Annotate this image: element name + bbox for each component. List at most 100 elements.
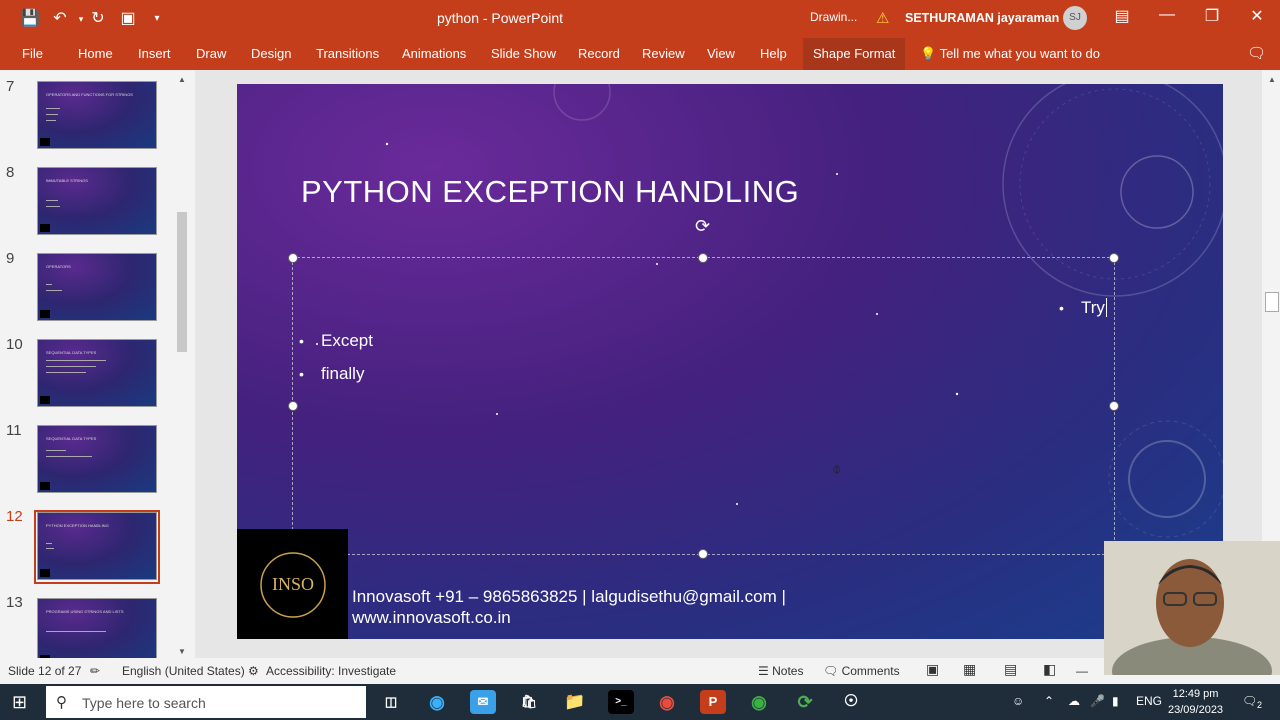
thumb-number: 10 bbox=[6, 336, 23, 353]
status-bar: Slide 12 of 27 ✏ English (United States)… bbox=[0, 658, 1280, 684]
tab-shape-format[interactable]: Shape Format bbox=[803, 38, 906, 70]
scroll-up-icon[interactable]: ▲ bbox=[1265, 74, 1279, 86]
sync-app-icon[interactable]: ⟳ bbox=[792, 690, 818, 714]
bullet-text: Try bbox=[1081, 298, 1105, 317]
resize-handle[interactable] bbox=[288, 401, 298, 411]
notifications-icon[interactable]: 🗨 bbox=[1242, 694, 1257, 708]
footer-contact: Innovasoft +91 – 9865863825 | lalgudiset… bbox=[352, 586, 832, 628]
title-bar: 💾 ↶ ▾ ↻ ▣ ▾ python - PowerPoint Drawin..… bbox=[0, 0, 1280, 38]
language-status[interactable]: English (United States) bbox=[122, 664, 245, 678]
task-view-icon[interactable]: ◫ bbox=[378, 690, 404, 714]
ribbon-display-icon[interactable]: ▤ bbox=[1107, 6, 1137, 26]
warning-icon[interactable]: ⚠ bbox=[876, 9, 889, 27]
tab-file[interactable]: File bbox=[22, 46, 43, 61]
rotate-handle-icon[interactable]: ⟳ bbox=[695, 216, 710, 237]
slideshow-view-icon[interactable]: ◧ bbox=[1043, 661, 1056, 678]
user-name[interactable]: SETHURAMAN jayaraman bbox=[905, 11, 1059, 25]
slide-thumbnail-10[interactable]: SEQUENTIAL DATA TYPES bbox=[37, 339, 157, 407]
chrome-profile-icon[interactable]: ◉ bbox=[746, 690, 772, 714]
slide-canvas[interactable]: PYTHON EXCEPTION HANDLING ⟳ • Try • Except… bbox=[237, 84, 1223, 639]
clock-time: 12:49 pm bbox=[1172, 688, 1219, 700]
avatar[interactable]: SJ bbox=[1063, 6, 1087, 30]
tab-insert[interactable]: Insert bbox=[138, 46, 171, 61]
notification-count: 2 bbox=[1257, 700, 1263, 710]
scrollbar-thumb[interactable] bbox=[1265, 292, 1279, 312]
tab-help[interactable]: Help bbox=[760, 46, 787, 61]
selected-text-box[interactable] bbox=[292, 257, 1115, 555]
thumb-title: PROGRAMS USING STRINGS AND LISTS bbox=[46, 609, 124, 614]
drawing-tools-label: Drawin... bbox=[810, 10, 858, 24]
terminal-icon[interactable]: >_ bbox=[608, 690, 634, 714]
tab-record[interactable]: Record bbox=[578, 46, 620, 61]
resize-handle[interactable] bbox=[698, 253, 708, 263]
resize-handle[interactable] bbox=[698, 549, 708, 559]
slide-thumbnail-11[interactable]: SEQUENTIAL DATA TYPES bbox=[37, 425, 157, 493]
powerpoint-icon[interactable]: P bbox=[700, 690, 726, 714]
minimize-icon[interactable]: — bbox=[1152, 6, 1182, 24]
slide-thumbnail-7[interactable]: OPERATORS AND FUNCTIONS FOR STRINGS bbox=[37, 81, 157, 149]
reading-view-icon[interactable]: ▤ bbox=[1004, 661, 1017, 678]
maximize-icon[interactable]: ❐ bbox=[1197, 6, 1227, 26]
slide-title[interactable]: PYTHON EXCEPTION HANDLING bbox=[301, 174, 799, 210]
mail-icon[interactable]: ✉ bbox=[470, 690, 496, 714]
bullet-try[interactable]: • Try bbox=[1059, 298, 1107, 318]
tab-design[interactable]: Design bbox=[251, 46, 291, 61]
scroll-up-icon[interactable]: ▲ bbox=[175, 74, 189, 86]
normal-view-icon[interactable]: ▣ bbox=[926, 661, 939, 678]
slide-thumbnail-9[interactable]: OPERATORS bbox=[37, 253, 157, 321]
slide-thumbnail-13[interactable]: PROGRAMS USING STRINGS AND LISTS bbox=[37, 598, 157, 658]
tab-animations[interactable]: Animations bbox=[402, 46, 466, 61]
slide-thumbnail-12[interactable]: PYTHON EXCEPTION HANDLING bbox=[37, 512, 157, 580]
scrollbar-thumb[interactable] bbox=[177, 212, 187, 352]
slide-sorter-icon[interactable]: ▦ bbox=[963, 661, 976, 678]
file-explorer-icon[interactable]: 📁 bbox=[562, 690, 588, 714]
tab-review[interactable]: Review bbox=[642, 46, 685, 61]
resize-handle[interactable] bbox=[1109, 401, 1119, 411]
system-clock[interactable]: 12:49 pm 23/09/2023 bbox=[1168, 686, 1223, 718]
tab-draw[interactable]: Draw bbox=[196, 46, 226, 61]
thumb-title: SEQUENTIAL DATA TYPES bbox=[46, 436, 97, 441]
resize-handle[interactable] bbox=[1109, 253, 1119, 263]
tell-me-search[interactable]: 💡 Tell me what you want to do bbox=[920, 46, 1100, 62]
network-icon[interactable]: ☁ bbox=[1068, 694, 1080, 708]
slide-counter: Slide 12 of 27 bbox=[8, 664, 82, 678]
notes-label: Notes bbox=[772, 664, 804, 678]
thumb-title: OPERATORS AND FUNCTIONS FOR STRINGS bbox=[46, 92, 133, 97]
scroll-down-icon[interactable]: ▼ bbox=[175, 646, 189, 658]
chrome-icon[interactable]: ◉ bbox=[654, 690, 680, 714]
people-icon[interactable]: ☺ bbox=[1012, 694, 1024, 708]
logo-text: INSO bbox=[272, 574, 314, 594]
bullet-except[interactable]: • Except bbox=[299, 331, 373, 351]
comments-button[interactable]: 🗨 Comments bbox=[823, 664, 900, 678]
tray-chevron-icon[interactable]: ⌃ bbox=[1044, 694, 1054, 708]
comments-icon[interactable]: 🗨 bbox=[1247, 44, 1266, 62]
recorder-icon[interactable]: ☉ bbox=[838, 690, 864, 714]
search-placeholder: Type here to search bbox=[82, 695, 206, 711]
thumb-number: 9 bbox=[6, 250, 15, 267]
slide-thumbnail-pane: 7 OPERATORS AND FUNCTIONS FOR STRINGS 8 … bbox=[0, 70, 195, 658]
thumb-title: PYTHON EXCEPTION HANDLING bbox=[46, 523, 109, 528]
zoom-out-icon[interactable]: — bbox=[1076, 664, 1088, 678]
edge-icon[interactable]: ◉ bbox=[424, 690, 450, 714]
accessibility-status[interactable]: Accessibility: Investigate bbox=[266, 664, 396, 678]
store-icon[interactable]: 🛍 bbox=[516, 690, 542, 714]
tab-view[interactable]: View bbox=[707, 46, 735, 61]
thumb-number: 8 bbox=[6, 164, 15, 181]
microphone-icon[interactable]: 🎤 bbox=[1090, 694, 1105, 708]
close-icon[interactable]: ✕ bbox=[1242, 6, 1272, 26]
battery-icon[interactable]: ▮ bbox=[1112, 694, 1119, 708]
taskbar-search[interactable]: ⚲ Type here to search bbox=[46, 686, 366, 718]
tab-transitions[interactable]: Transitions bbox=[316, 46, 379, 61]
input-language[interactable]: ENG bbox=[1136, 694, 1162, 708]
thumb-number: 13 bbox=[6, 594, 23, 611]
slide-thumbnail-8[interactable]: IMMUTABLE STRINGS bbox=[37, 167, 157, 235]
windows-start-icon[interactable]: ⊞ bbox=[12, 692, 27, 713]
notes-button[interactable]: ☰ Notes bbox=[758, 664, 803, 678]
spellcheck-icon[interactable]: ✏ bbox=[90, 664, 100, 678]
bullet-finally[interactable]: • finally bbox=[299, 364, 364, 384]
accessibility-icon[interactable]: ⚙ bbox=[248, 664, 259, 678]
tab-slide-show[interactable]: Slide Show bbox=[491, 46, 556, 61]
tab-home[interactable]: Home bbox=[78, 46, 113, 61]
thumbnail-scrollbar[interactable]: ▲ ▼ bbox=[175, 74, 189, 656]
resize-handle[interactable] bbox=[288, 253, 298, 263]
